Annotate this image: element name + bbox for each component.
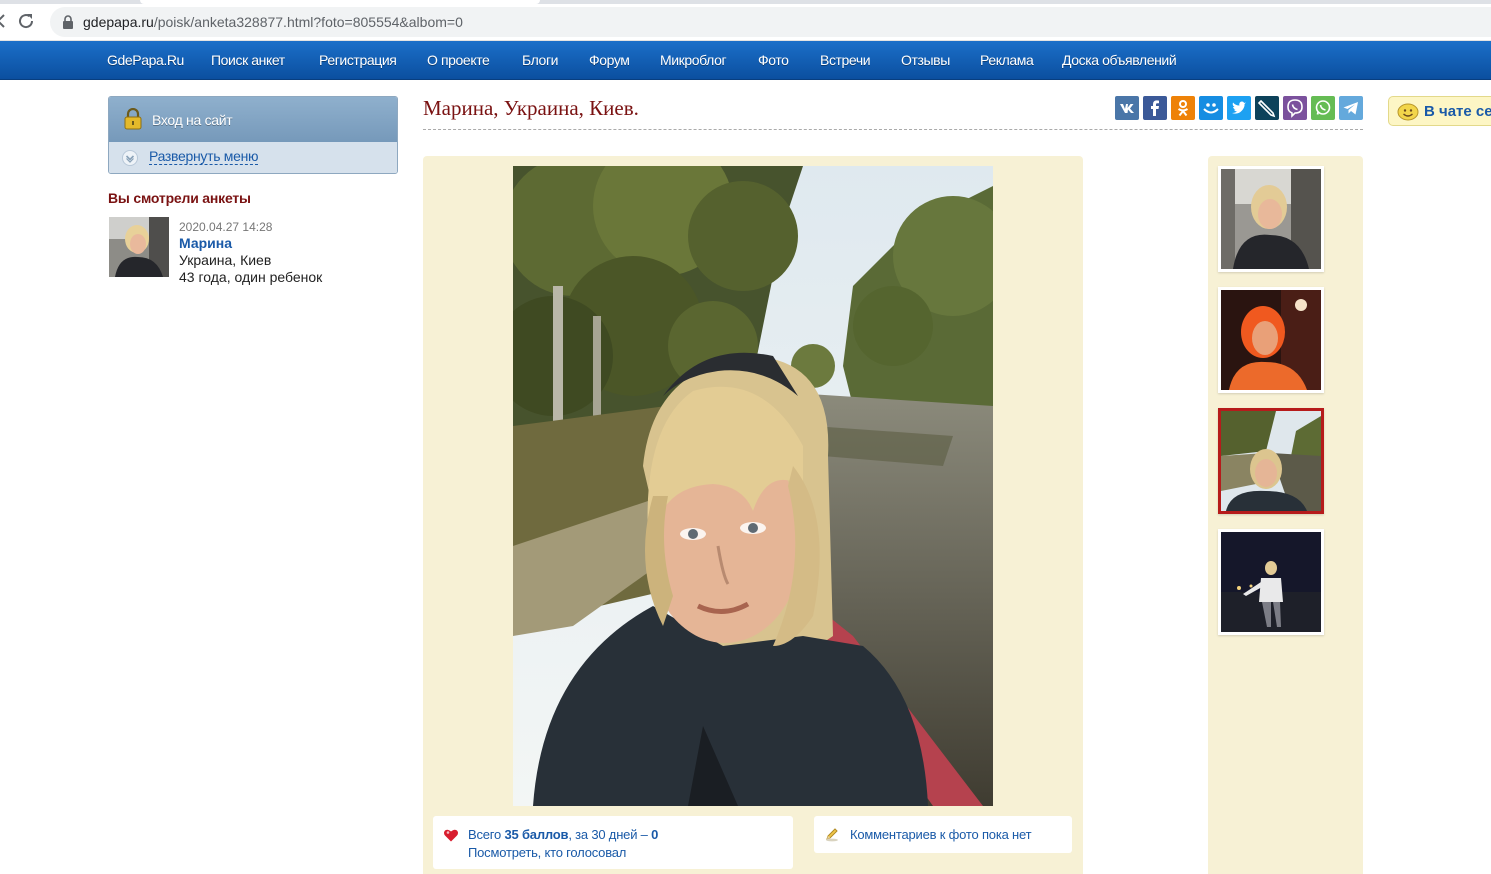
viewed-profiles-heading: Вы смотрели анкеты [108, 190, 251, 206]
comments-summary: Комментариев к фото пока нет [814, 816, 1072, 853]
main-navigation: GdePapa.Ru Поиск анкет Регистрация О про… [0, 41, 1491, 80]
thumbnail-photo[interactable] [1218, 166, 1324, 272]
livejournal-icon[interactable] [1255, 96, 1279, 120]
nav-microblog[interactable]: Микроблог [660, 52, 727, 68]
who-voted-link[interactable]: Посмотреть, кто голосовал [468, 845, 626, 860]
url-text: gdepapa.ru/poisk/anketa328877.html?foto=… [83, 14, 463, 30]
smiley-chat-icon [1397, 103, 1419, 121]
back-arrow-icon[interactable] [0, 13, 6, 29]
votes-total-text: Всего 35 баллов, за 30 дней – 0 [468, 827, 658, 842]
pencil-icon [826, 828, 838, 842]
heart-icon [444, 829, 458, 842]
page-title: Марина, Украина, Киев. [423, 96, 639, 120]
thumbnail-photo[interactable] [1218, 287, 1324, 393]
chat-button[interactable]: В чате се [1388, 96, 1491, 126]
login-label: Вход на сайт [152, 112, 233, 128]
login-panel: Вход на сайт Развернуть меню [108, 96, 398, 174]
url-host: gdepapa.ru [83, 14, 154, 30]
viewed-profile-name[interactable]: Марина [179, 235, 232, 251]
thumbnail-panel [1208, 156, 1363, 874]
thumbnail-photo-active[interactable] [1218, 408, 1324, 514]
moimir-icon[interactable] [1199, 96, 1223, 120]
nav-registration[interactable]: Регистрация [319, 52, 397, 68]
nav-search[interactable]: Поиск анкет [211, 52, 285, 68]
votes-month: 0 [651, 827, 659, 842]
votes-prefix: Всего [468, 827, 505, 842]
chevron-down-icon[interactable] [122, 150, 138, 166]
nav-blogs[interactable]: Блоги [522, 52, 558, 68]
address-bar[interactable]: gdepapa.ru/poisk/anketa328877.html?foto=… [50, 7, 1491, 37]
login-button[interactable]: Вход на сайт [109, 97, 397, 142]
viewed-profile-photo[interactable] [109, 217, 169, 277]
thumbnail-photo[interactable] [1218, 529, 1324, 635]
lock-icon [63, 15, 73, 29]
votes-summary: Всего 35 баллов, за 30 дней – 0 Посмотре… [433, 816, 793, 869]
main-profile-photo[interactable] [513, 166, 993, 806]
facebook-icon[interactable] [1143, 96, 1167, 120]
viewed-location: Украина, Киев [179, 252, 272, 268]
tab-strip [0, 0, 1491, 4]
votes-period: , за 30 дней – [568, 827, 652, 842]
nav-forum[interactable]: Форум [589, 52, 630, 68]
photo-panel: Всего 35 баллов, за 30 дней – 0 Посмотре… [423, 156, 1083, 874]
vk-icon[interactable] [1115, 96, 1139, 120]
padlock-icon [124, 108, 142, 130]
url-path: /poisk/anketa328877.html?foto=805554&alb… [153, 14, 463, 30]
title-divider [423, 129, 1363, 130]
nav-meetings[interactable]: Встречи [820, 52, 871, 68]
viber-icon[interactable] [1283, 96, 1307, 120]
nav-photo[interactable]: Фото [758, 52, 789, 68]
votes-total: 35 баллов [504, 827, 569, 842]
viewed-date: 2020.04.27 14:28 [179, 220, 273, 234]
browser-toolbar: gdepapa.ru/poisk/anketa328877.html?foto=… [0, 0, 1491, 41]
viewed-details: 43 года, один ребенок [179, 269, 323, 285]
nav-ads[interactable]: Реклама [980, 52, 1034, 68]
odnoklassniki-icon[interactable] [1171, 96, 1195, 120]
chat-label: В чате се [1424, 103, 1491, 120]
comments-text: Комментариев к фото пока нет [850, 827, 1032, 842]
telegram-icon[interactable] [1339, 96, 1363, 120]
nav-home[interactable]: GdePapa.Ru [107, 52, 184, 68]
expand-menu-link[interactable]: Развернуть меню [149, 149, 259, 165]
reload-icon[interactable] [16, 11, 36, 31]
expand-menu-row: Развернуть меню [109, 142, 397, 173]
whatsapp-icon[interactable] [1311, 96, 1335, 120]
twitter-icon[interactable] [1227, 96, 1251, 120]
nav-reviews[interactable]: Отзывы [901, 52, 950, 68]
nav-board[interactable]: Доска объявлений [1062, 52, 1177, 68]
nav-about[interactable]: О проекте [427, 52, 490, 68]
